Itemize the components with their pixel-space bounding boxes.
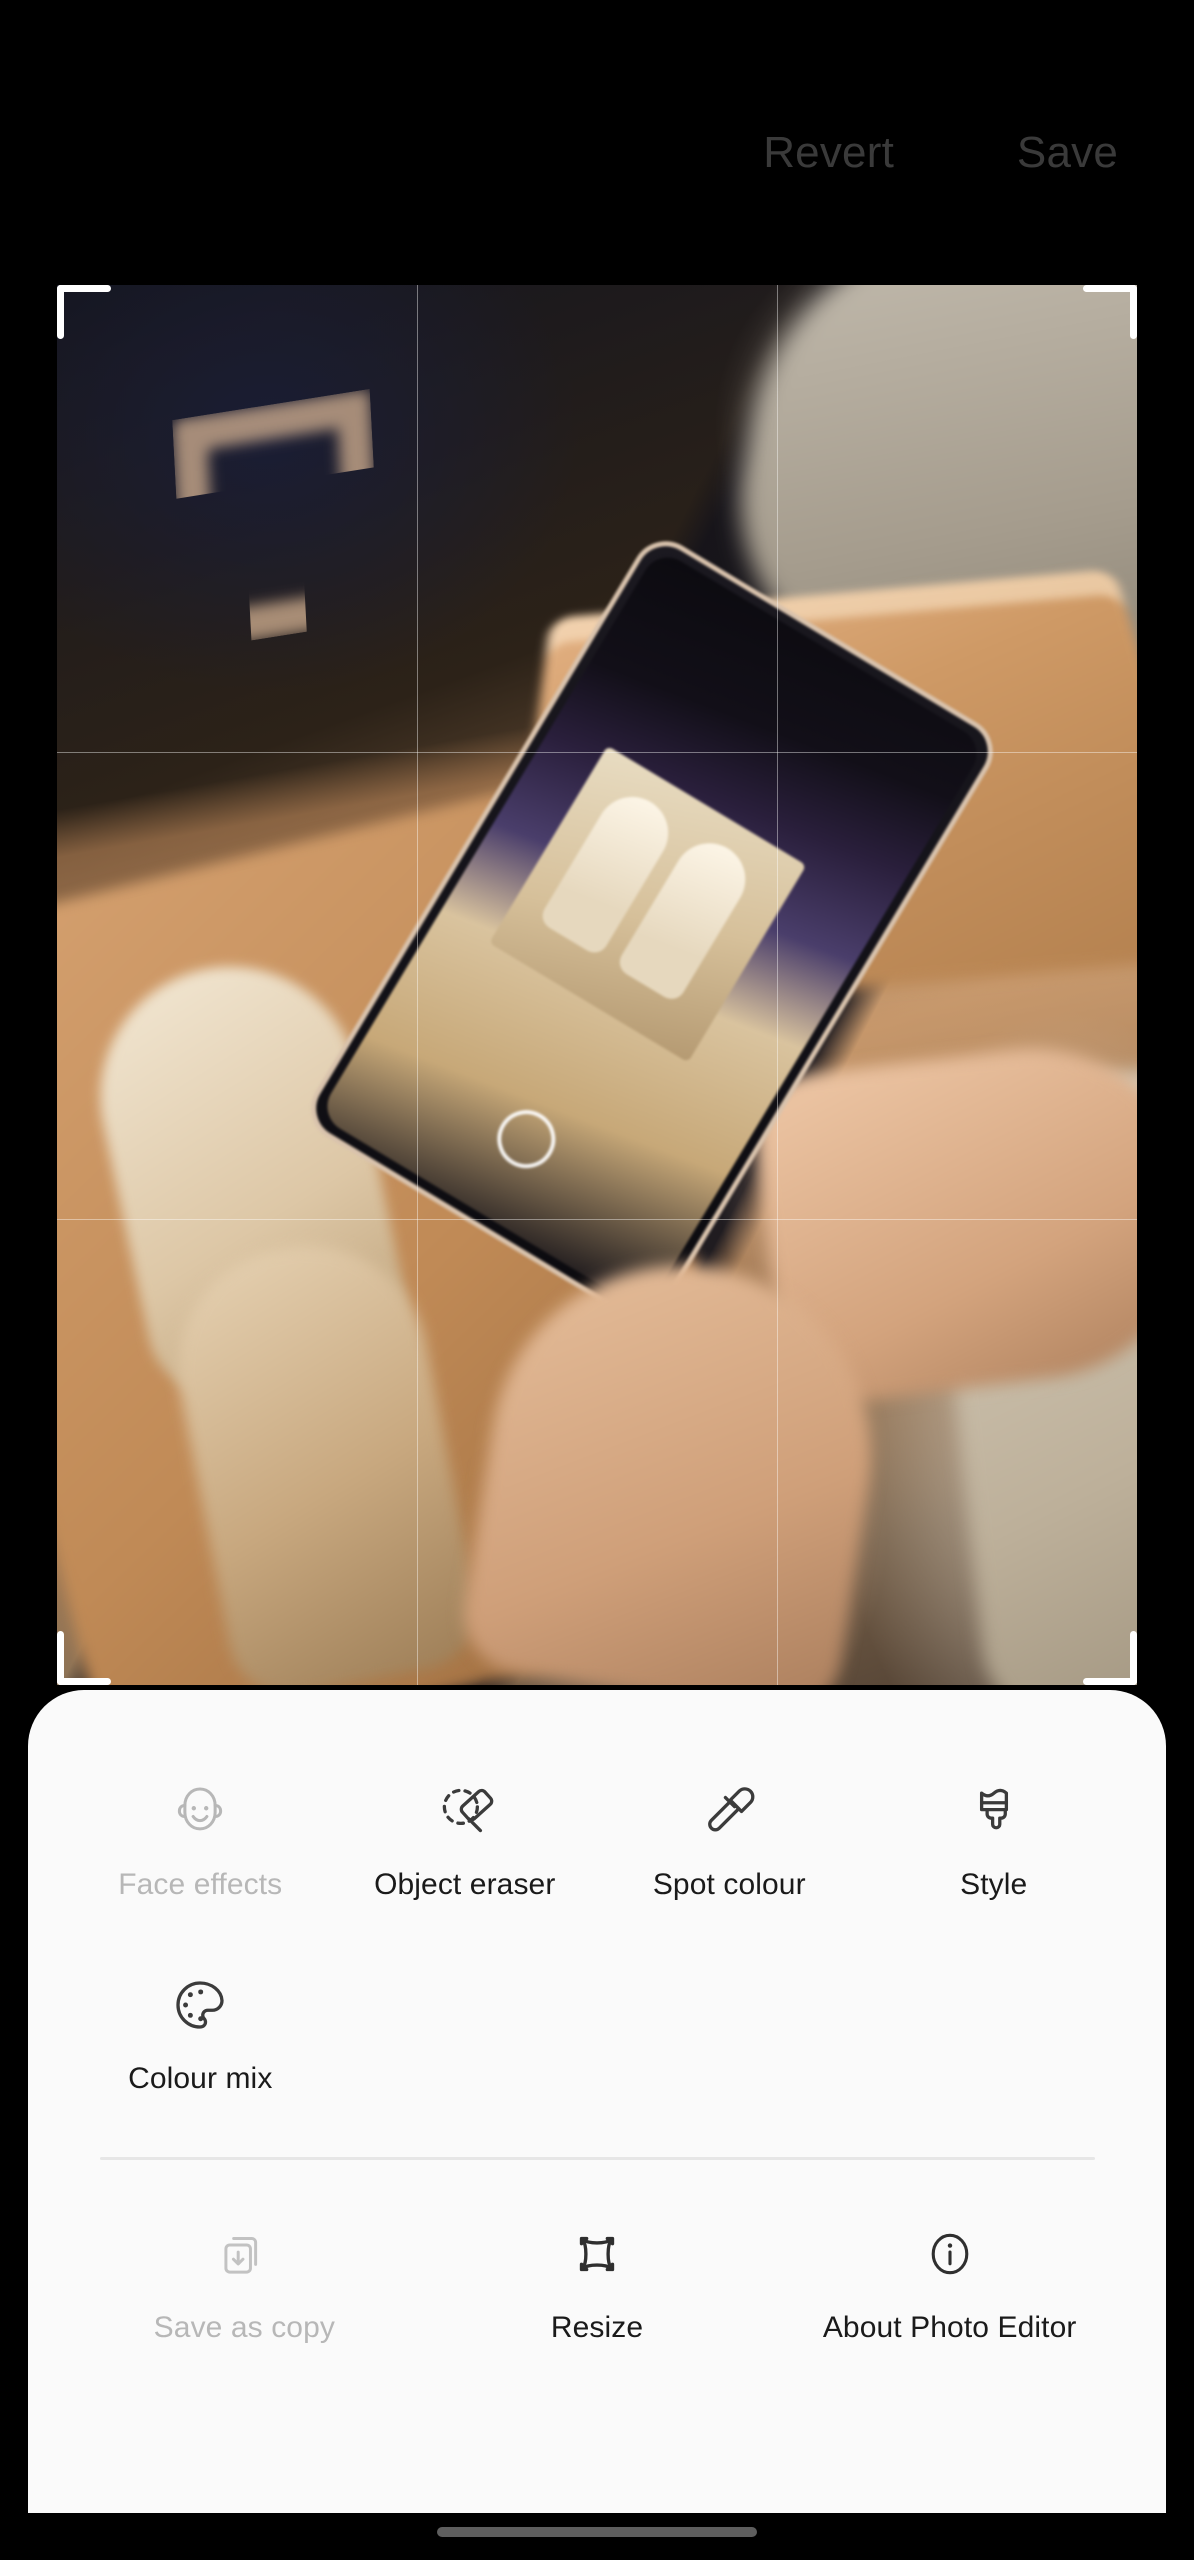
tool-label: Style bbox=[960, 1867, 1027, 1903]
face-smile-icon bbox=[164, 1775, 236, 1847]
tools-row-secondary-spacer-2 bbox=[597, 1969, 862, 2097]
action-label: Save as copy bbox=[154, 2310, 335, 2346]
home-indicator-bar[interactable] bbox=[437, 2527, 757, 2537]
tool-face-effects[interactable]: Face effects bbox=[68, 1775, 333, 1903]
action-label: Resize bbox=[551, 2310, 643, 2346]
photo-canvas[interactable] bbox=[57, 285, 1137, 1685]
tools-row-primary: Face effects Object eraser Spot colour S… bbox=[28, 1775, 1166, 1903]
photo-phone-viewfinder bbox=[489, 746, 806, 1063]
editor-tools-sheet: Face effects Object eraser Spot colour S… bbox=[28, 1690, 1166, 2513]
info-circle-icon bbox=[914, 2218, 986, 2290]
object-eraser-icon bbox=[429, 1775, 501, 1847]
editor-top-bar: Revert Save bbox=[0, 0, 1194, 285]
tool-spot-colour[interactable]: Spot colour bbox=[597, 1775, 862, 1903]
tool-object-eraser[interactable]: Object eraser bbox=[333, 1775, 598, 1903]
tool-style[interactable]: Style bbox=[862, 1775, 1127, 1903]
tools-row-secondary: Colour mix bbox=[28, 1969, 1166, 2097]
tool-label: Colour mix bbox=[128, 2061, 272, 2097]
save-button[interactable]: Save bbox=[1017, 128, 1118, 178]
tool-label: Object eraser bbox=[374, 1867, 555, 1903]
photo-phone-shutter bbox=[487, 1099, 567, 1179]
phone-screen-root: Revert Save Face effects Object eraser S… bbox=[0, 0, 1194, 2560]
tool-label: Face effects bbox=[118, 1867, 282, 1903]
action-label: About Photo Editor bbox=[823, 2310, 1077, 2346]
save-as-copy-icon bbox=[208, 2218, 280, 2290]
resize-icon bbox=[561, 2218, 633, 2290]
revert-button[interactable]: Revert bbox=[763, 128, 894, 178]
system-navigation-bar bbox=[0, 2513, 1194, 2560]
paint-brush-icon bbox=[958, 1775, 1030, 1847]
action-save-as-copy[interactable]: Save as copy bbox=[68, 2218, 421, 2346]
tool-label: Spot colour bbox=[653, 1867, 806, 1903]
colour-palette-icon bbox=[164, 1969, 236, 2041]
action-about-photo-editor[interactable]: About Photo Editor bbox=[773, 2218, 1126, 2346]
sheet-divider bbox=[100, 2157, 1095, 2160]
tools-row-secondary-spacer-1 bbox=[333, 1969, 598, 2097]
actions-row: Save as copy Resize About Photo Editor bbox=[28, 2218, 1166, 2346]
eyedropper-icon bbox=[693, 1775, 765, 1847]
tool-colour-mix[interactable]: Colour mix bbox=[68, 1969, 333, 2097]
action-resize[interactable]: Resize bbox=[421, 2218, 774, 2346]
tools-row-secondary-spacer-3 bbox=[862, 1969, 1127, 2097]
